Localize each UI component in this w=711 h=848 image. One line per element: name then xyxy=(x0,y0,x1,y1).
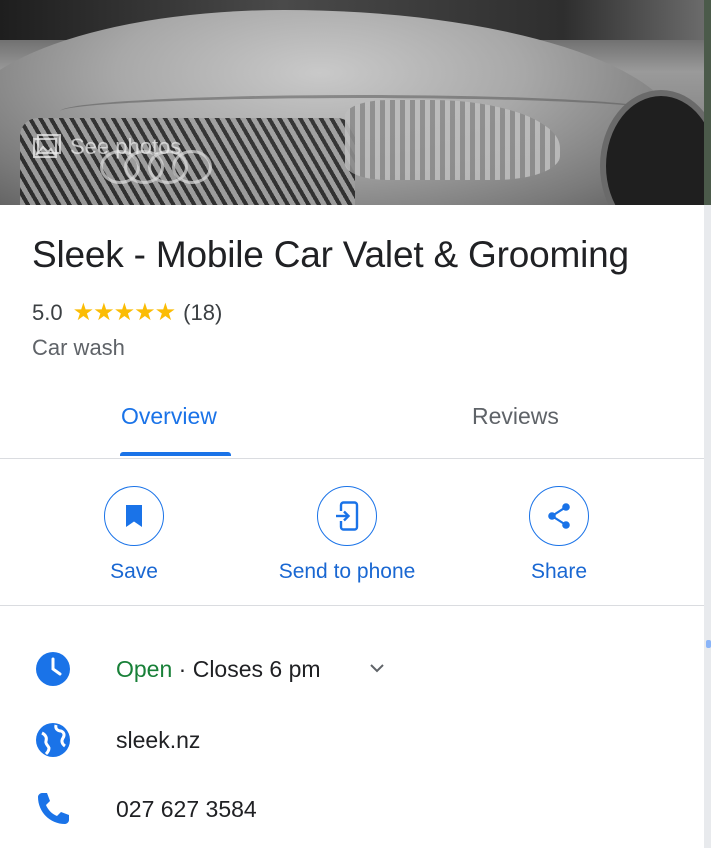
review-count[interactable]: (18) xyxy=(183,300,222,326)
share-label: Share xyxy=(530,560,588,583)
bookmark-icon xyxy=(126,505,142,527)
place-panel: See photos Sleek - Mobile Car Valet & Gr… xyxy=(0,0,704,848)
place-category[interactable]: Car wash xyxy=(32,335,125,361)
website-link[interactable]: sleek.nz xyxy=(116,727,200,754)
phone-number[interactable]: 027 627 3584 xyxy=(116,796,257,823)
chevron-down-icon[interactable] xyxy=(367,658,387,678)
map-edge[interactable] xyxy=(704,0,711,848)
hours-row[interactable]: Open · Closes 6 pm xyxy=(0,641,704,697)
map-edge-top xyxy=(704,0,711,205)
map-marker xyxy=(706,640,711,648)
share-button[interactable]: Share xyxy=(509,486,609,584)
photo-gallery-icon xyxy=(33,134,61,158)
rating-row[interactable]: 5.0 ★★★★★ (18) xyxy=(32,298,222,327)
send-to-phone-button[interactable]: Send to phone xyxy=(262,486,432,584)
place-title: Sleek - Mobile Car Valet & Grooming xyxy=(32,234,629,275)
hours-text: Open · Closes 6 pm xyxy=(116,656,321,683)
action-buttons: Save Send to phone Share xyxy=(0,458,704,606)
share-button-circle[interactable] xyxy=(529,486,589,546)
send-to-phone-label: Send to phone xyxy=(278,560,416,583)
clock-icon xyxy=(34,650,72,688)
phone-row[interactable]: 027 627 3584 xyxy=(0,781,704,837)
tab-reviews[interactable]: Reviews xyxy=(472,403,559,430)
closing-time: · Closes 6 pm xyxy=(172,655,321,682)
phone-icon xyxy=(34,790,72,828)
tab-bar: Overview Reviews xyxy=(0,380,704,459)
globe-icon xyxy=(34,721,72,759)
rating-value: 5.0 xyxy=(32,299,63,325)
send-to-phone-icon xyxy=(334,501,359,531)
open-status: Open xyxy=(116,655,173,682)
see-photos-label: See photos xyxy=(70,134,182,159)
website-row[interactable]: sleek.nz xyxy=(0,712,704,768)
see-photos-button[interactable]: See photos xyxy=(32,132,181,162)
active-tab-indicator xyxy=(120,452,231,456)
share-icon xyxy=(548,503,570,529)
save-button-circle[interactable] xyxy=(104,486,164,546)
place-photo[interactable]: See photos xyxy=(0,0,704,205)
save-button[interactable]: Save xyxy=(84,486,184,584)
save-label: Save xyxy=(110,560,158,583)
send-to-phone-circle[interactable] xyxy=(317,486,377,546)
tab-overview[interactable]: Overview xyxy=(121,403,217,430)
rating-stars-icon: ★★★★★ xyxy=(72,299,177,326)
